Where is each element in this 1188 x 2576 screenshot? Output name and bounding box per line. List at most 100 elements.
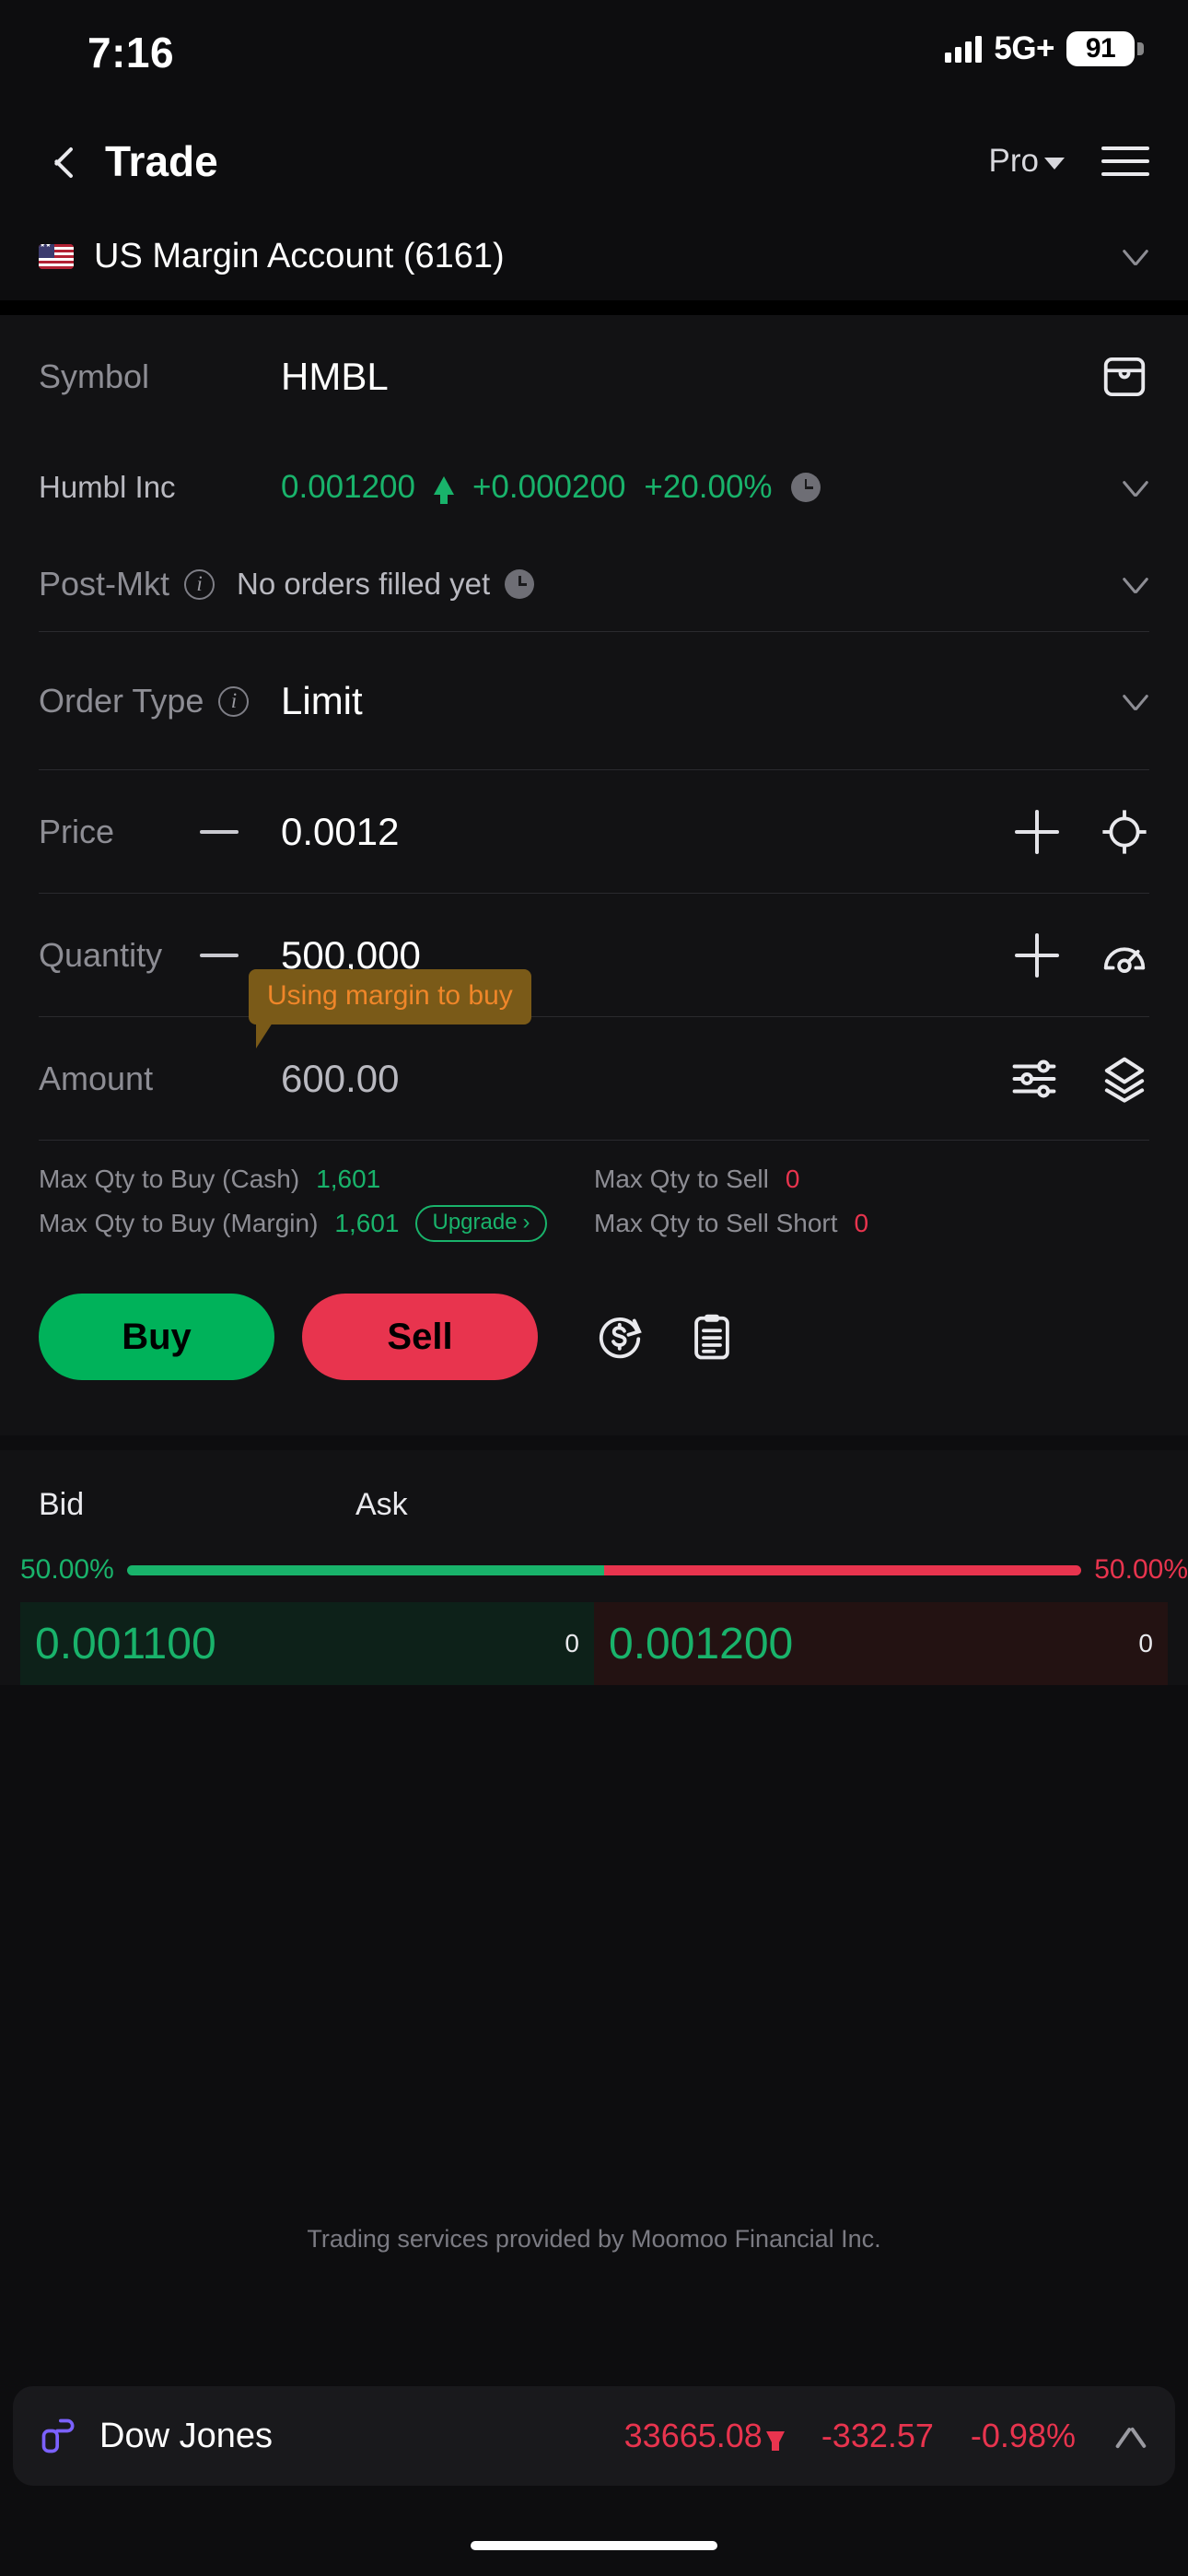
max-qty-label: Max Qty to Sell Short <box>594 1209 838 1237</box>
max-qty-sell-short: Max Qty to Sell Short 0 <box>594 1205 1149 1242</box>
status-indicators: 5G+ 91 <box>945 30 1144 67</box>
pro-mode-label: Pro <box>988 143 1039 179</box>
amount-input[interactable]: 600.00 <box>281 1057 399 1101</box>
sliders-adjust-icon[interactable] <box>1009 1054 1059 1104</box>
ask-size: 0 <box>1138 1629 1153 1657</box>
crosshair-target-icon[interactable] <box>1100 807 1149 857</box>
max-qty-value: 0 <box>785 1165 800 1193</box>
quote-row[interactable]: Humbl Inc 0.001200 +0.000200 +20.00% <box>39 439 1149 536</box>
post-market-chevron-down-icon[interactable] <box>1122 570 1149 598</box>
action-buttons: Buy Sell <box>39 1253 1149 1435</box>
price-label: Price <box>39 813 115 850</box>
ticker-change: -332.57 <box>821 2417 934 2454</box>
bid-ask-cells: 0.001100 0 0.001200 0 <box>0 1602 1188 1685</box>
back-chevron-icon[interactable] <box>39 140 81 182</box>
dollar-circle-icon[interactable] <box>595 1312 645 1362</box>
company-name: Humbl Inc <box>39 470 176 504</box>
quote-change: +0.000200 <box>472 469 626 505</box>
post-market-row[interactable]: Post-Mkt i No orders filled yet <box>39 536 1149 632</box>
price-input[interactable]: 0.0012 <box>281 810 399 854</box>
gauge-speedometer-icon[interactable] <box>1100 931 1149 980</box>
info-circle-icon[interactable]: i <box>218 685 250 717</box>
max-quantity-grid: Max Qty to Buy (Cash) 1,601 Max Qty to S… <box>39 1141 1149 1253</box>
arrow-up-icon <box>433 476 454 504</box>
bid-cell[interactable]: 0.001100 0 <box>20 1602 594 1685</box>
ask-percent: 50.00% <box>1094 1554 1188 1585</box>
symbol-value: HMBL <box>281 355 389 398</box>
status-bar: 7:16 5G+ 91 <box>0 0 1188 111</box>
margin-tooltip: Using margin to buy <box>249 969 531 1048</box>
quote-price: 0.001200 <box>281 469 415 505</box>
archive-box-icon[interactable] <box>1100 352 1149 402</box>
account-name: US Margin Account (6161) <box>94 236 505 275</box>
page-title: Trade <box>105 137 218 185</box>
section-divider <box>0 300 1188 315</box>
quantity-minus-icon[interactable] <box>200 954 239 957</box>
order-form-card: Symbol HMBL Humbl Inc 0.001200 +0.000200… <box>0 315 1188 1435</box>
ticker-change-percent: -0.98% <box>970 2417 1076 2454</box>
market-ticker-bar[interactable]: Dow Jones 33665.08 -332.57 -0.98% <box>13 2386 1175 2486</box>
moomoo-link-logo-icon <box>41 2418 75 2453</box>
chevron-right-icon: › <box>522 1210 530 1235</box>
ask-label: Ask <box>355 1487 408 1522</box>
price-plus-icon[interactable] <box>1015 810 1059 854</box>
quantity-row[interactable]: Quantity 500,000 <box>39 894 1149 1017</box>
max-qty-label: Max Qty to Buy (Cash) <box>39 1165 300 1193</box>
battery-percent: 91 <box>1085 33 1116 64</box>
ask-price: 0.001200 <box>609 1619 794 1669</box>
account-selector[interactable]: US Margin Account (6161) <box>0 212 1188 300</box>
delayed-clock-icon <box>790 473 821 502</box>
max-qty-value: 1,601 <box>334 1209 400 1237</box>
buy-button[interactable]: Buy <box>39 1294 274 1380</box>
arrow-down-icon <box>765 2431 785 2451</box>
status-time: 7:16 <box>87 29 175 76</box>
info-circle-icon[interactable]: i <box>184 568 215 600</box>
symbol-label: Symbol <box>39 357 150 395</box>
disclaimer-text: Trading services provided by Moomoo Fina… <box>307 2225 881 2253</box>
network-type-label: 5G+ <box>994 30 1054 66</box>
order-type-label: Order Type <box>39 682 204 720</box>
amount-row[interactable]: Amount 600.00 <box>39 1017 1149 1141</box>
max-qty-sell: Max Qty to Sell 0 <box>594 1165 1149 1194</box>
symbol-row[interactable]: Symbol HMBL <box>39 315 1149 439</box>
quote-change-percent: +20.00% <box>644 469 773 505</box>
order-type-row[interactable]: Order Type i Limit <box>39 632 1149 770</box>
clipboard-orders-icon[interactable] <box>687 1312 737 1362</box>
upgrade-label: Upgrade <box>432 1210 518 1235</box>
bid-ask-headers: Bid Ask <box>0 1487 1188 1523</box>
ticker-name: Dow Jones <box>99 2416 273 2455</box>
post-market-label: Post-Mkt <box>39 565 170 603</box>
ticker-value: 33665.08 <box>624 2417 785 2455</box>
bid-ask-ratio-bar: 50.00% 50.00% <box>0 1523 1188 1602</box>
pro-mode-switch[interactable]: Pro <box>989 143 1065 180</box>
max-qty-buy-margin: Max Qty to Buy (Margin) 1,601 Upgrade › <box>39 1205 594 1242</box>
upgrade-button[interactable]: Upgrade › <box>415 1205 547 1242</box>
bid-label: Bid <box>39 1487 85 1522</box>
price-minus-icon[interactable] <box>200 830 239 834</box>
chevron-up-icon[interactable] <box>1112 2422 1149 2450</box>
order-type-chevron-down-icon[interactable] <box>1122 687 1149 715</box>
ratio-bar <box>126 1564 1082 1575</box>
quote-chevron-down-icon[interactable] <box>1122 474 1149 501</box>
sell-button[interactable]: Sell <box>302 1294 538 1380</box>
chevron-down-icon[interactable] <box>1122 242 1149 270</box>
price-row[interactable]: Price 0.0012 <box>39 770 1149 894</box>
nav-bar: Trade Pro <box>0 111 1188 212</box>
max-qty-value: 0 <box>854 1209 869 1237</box>
ask-cell[interactable]: 0.001200 0 <box>594 1602 1168 1685</box>
bid-ask-panel: Bid Ask 50.00% 50.00% 0.001100 0 0.00120… <box>0 1450 1188 1685</box>
hamburger-menu-icon[interactable] <box>1101 137 1149 185</box>
delayed-clock-icon <box>505 569 535 599</box>
max-qty-label: Max Qty to Sell <box>594 1165 769 1193</box>
order-type-value: Limit <box>281 679 363 722</box>
cellular-bars-icon <box>945 35 983 63</box>
max-qty-buy-cash: Max Qty to Buy (Cash) 1,601 <box>39 1165 594 1194</box>
bid-percent: 50.00% <box>20 1554 114 1585</box>
max-qty-value: 1,601 <box>316 1165 381 1193</box>
post-market-status: No orders filled yet <box>237 567 491 601</box>
quantity-label: Quantity <box>39 936 163 974</box>
layers-stack-icon[interactable] <box>1100 1054 1149 1104</box>
quantity-plus-icon[interactable] <box>1015 933 1059 978</box>
bid-price: 0.001100 <box>35 1619 216 1669</box>
battery-icon: 91 <box>1066 31 1144 66</box>
